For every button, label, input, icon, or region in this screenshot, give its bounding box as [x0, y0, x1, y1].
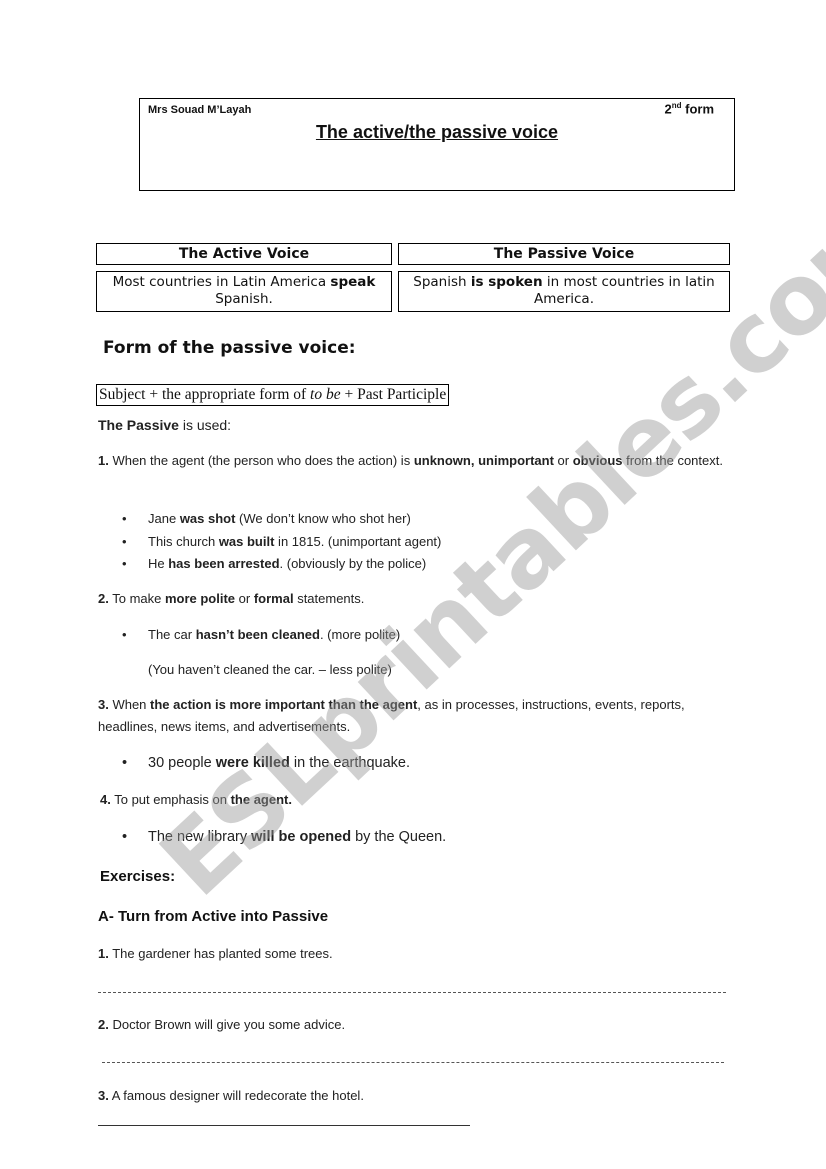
usage-rule-4: 4. To put emphasis on the agent.	[100, 789, 292, 811]
example-text: Jane	[148, 511, 180, 526]
rule-bold: more polite	[164, 591, 236, 606]
bullet-icon: •	[122, 511, 127, 526]
example-text: 30 people	[148, 755, 216, 771]
example-text: . (more polite)	[319, 627, 401, 642]
answer-line-1[interactable]	[98, 992, 726, 993]
rule-bold: obvious	[572, 453, 623, 468]
example-text: (We don’t know who shot her)	[235, 511, 411, 526]
formula-end: + Past Participle	[340, 386, 447, 403]
usage-intro-rest: is used:	[178, 417, 232, 433]
list-item: • The new library will be opened by the Q…	[122, 826, 446, 849]
usage-rule-2: 2. To make more polite or formal stateme…	[98, 588, 364, 610]
example-text: This church	[148, 533, 219, 549]
passive-formula: Subject + the appropriate form of to be …	[96, 384, 450, 406]
exercise-question-3: 3. A famous designer will redecorate the…	[98, 1088, 364, 1103]
usage-rule-3: 3. When the action is more important tha…	[98, 694, 728, 738]
example-text: He	[148, 556, 169, 571]
example-text: . (obviously by the police)	[279, 556, 427, 571]
exercise-question-1: 1. The gardener has planted some trees.	[98, 946, 333, 961]
rule-number: 2.	[98, 591, 109, 606]
example-text: in the earthquake.	[289, 755, 411, 771]
example-verb: has been arrested	[168, 556, 280, 571]
rule-4-examples: • The new library will be opened by the Q…	[122, 826, 446, 849]
list-item: • This church was built in 1815. (unimpor…	[122, 531, 441, 554]
question-text: Doctor Brown will give you some advice.	[108, 1017, 346, 1032]
form-word: form	[685, 101, 714, 117]
example-text: by the Queen.	[351, 829, 447, 845]
example-verb: was built	[218, 533, 275, 549]
bullet-icon: •	[122, 829, 128, 845]
list-item: • He has been arrested. (obviously by the…	[122, 553, 441, 576]
author-name: Mrs Souad M’Layah	[148, 104, 252, 116]
active-voice-example: Most countries in Latin America speak Sp…	[96, 271, 392, 312]
answer-line-3[interactable]	[98, 1125, 470, 1126]
rule-number: 1.	[98, 453, 109, 468]
list-item: • The car hasn’t been cleaned. (more poli…	[122, 624, 400, 647]
usage-intro: The Passive is used:	[98, 414, 231, 436]
list-item: • 30 people were killed in the earthquake…	[122, 752, 410, 775]
rule-text: from the context.	[622, 453, 723, 468]
example-text: Spanish	[413, 274, 471, 290]
question-text: A famous designer will redecorate the ho…	[108, 1088, 364, 1103]
exercises-title: Exercises:	[100, 868, 176, 885]
example-verb: is spoken	[470, 274, 543, 290]
question-number: 3.	[98, 1088, 109, 1103]
example-text: The new library	[148, 829, 252, 845]
example-verb: hasn’t been cleaned	[195, 627, 320, 642]
rule-text: or	[235, 591, 254, 606]
rule-bold: unknown, unimportant	[413, 453, 554, 468]
example-verb: will be opened	[251, 829, 352, 845]
exercise-a-title: A- Turn from Active into Passive	[98, 908, 329, 925]
bullet-icon: •	[122, 755, 128, 771]
example-text: Spanish.	[215, 291, 273, 307]
rule-text: To make	[108, 591, 165, 606]
bullet-icon: •	[122, 533, 127, 549]
rule-bold: formal	[253, 591, 294, 606]
rule-bold: the action is more important than the ag…	[150, 697, 418, 712]
form-number: 2	[664, 101, 672, 117]
form-suffix: nd	[671, 101, 682, 110]
form-label: 2nd form	[664, 101, 714, 116]
active-voice-header: The Active Voice	[96, 243, 392, 265]
header-box: Mrs Souad M’Layah 2nd form The active/th…	[139, 98, 735, 191]
document-title: The active/the passive voice	[315, 122, 559, 142]
rule-2-note: (You haven’t cleaned the car. – less pol…	[148, 662, 392, 677]
passive-voice-header: The Passive Voice	[398, 243, 730, 265]
usage-rule-1: 1. When the agent (the person who does t…	[98, 450, 728, 472]
rule-text: When the agent (the person who does the …	[108, 453, 414, 468]
formula-italic: to be	[310, 386, 341, 403]
question-text: The gardener has planted some trees.	[108, 946, 333, 961]
rule-1-examples: • Jane was shot (We don’t know who shot h…	[122, 508, 441, 576]
example-text: in 1815. (unimportant agent)	[274, 533, 442, 549]
rule-text: To put emphasis on	[110, 792, 231, 807]
bullet-icon: •	[122, 627, 127, 642]
rule-bold: the agent.	[230, 792, 292, 807]
rule-text: When	[108, 697, 151, 712]
usage-intro-bold: The Passive	[98, 417, 179, 433]
example-verb: speak	[330, 274, 376, 290]
formula-start: Subject + the appropriate form of	[99, 386, 311, 403]
question-number: 1.	[98, 946, 109, 961]
question-number: 2.	[98, 1017, 109, 1032]
rule-number: 4.	[100, 792, 111, 807]
passive-voice-example: Spanish is spoken in most countries in l…	[398, 271, 730, 312]
rule-number: 3.	[98, 697, 109, 712]
example-text: The car	[148, 627, 196, 642]
rule-2-examples: • The car hasn’t been cleaned. (more poli…	[122, 624, 400, 647]
list-item: • Jane was shot (We don’t know who shot h…	[122, 508, 441, 531]
rule-3-examples: • 30 people were killed in the earthquake…	[122, 752, 410, 775]
rule-text: or	[553, 453, 573, 468]
example-text: in most countries in latin America.	[534, 274, 715, 307]
rule-text: statements.	[293, 591, 365, 606]
example-text: Most countries in Latin America	[112, 274, 331, 290]
example-verb: were killed	[215, 755, 290, 771]
answer-line-2[interactable]	[102, 1062, 724, 1063]
form-section-title: Form of the passive voice:	[103, 338, 356, 358]
bullet-icon: •	[122, 556, 127, 571]
example-verb: was shot	[179, 511, 236, 526]
exercise-question-2: 2. Doctor Brown will give you some advic…	[98, 1017, 345, 1032]
